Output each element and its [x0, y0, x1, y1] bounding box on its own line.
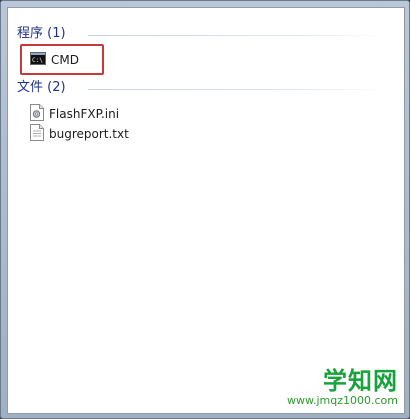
programs-group-divider	[88, 35, 388, 36]
config-file-icon	[30, 104, 44, 124]
search-results-panel: 程序 (1) C:\ CMD 文件 (2) FlashFXP.ini bugre…	[7, 7, 405, 414]
file-item-bugreport-txt[interactable]: bugreport.txt	[30, 124, 129, 144]
start-menu-search-results-window: 程序 (1) C:\ CMD 文件 (2) FlashFXP.ini bugre…	[0, 0, 410, 419]
file-item-label: FlashFXP.ini	[49, 107, 120, 121]
files-group-header[interactable]: 文件 (2)	[17, 80, 66, 96]
text-file-icon	[30, 124, 44, 144]
watermark-title: 学知网	[323, 367, 398, 395]
file-item-label: bugreport.txt	[49, 127, 129, 141]
site-watermark: 学知网 www.jmqz1000.com	[280, 367, 398, 407]
programs-group-header[interactable]: 程序 (1)	[17, 26, 66, 42]
files-group-divider	[88, 89, 388, 90]
watermark-url: www.jmqz1000.com	[287, 394, 398, 407]
file-item-flashfxp-ini[interactable]: FlashFXP.ini	[30, 104, 119, 124]
cmd-highlight-box	[20, 44, 104, 75]
